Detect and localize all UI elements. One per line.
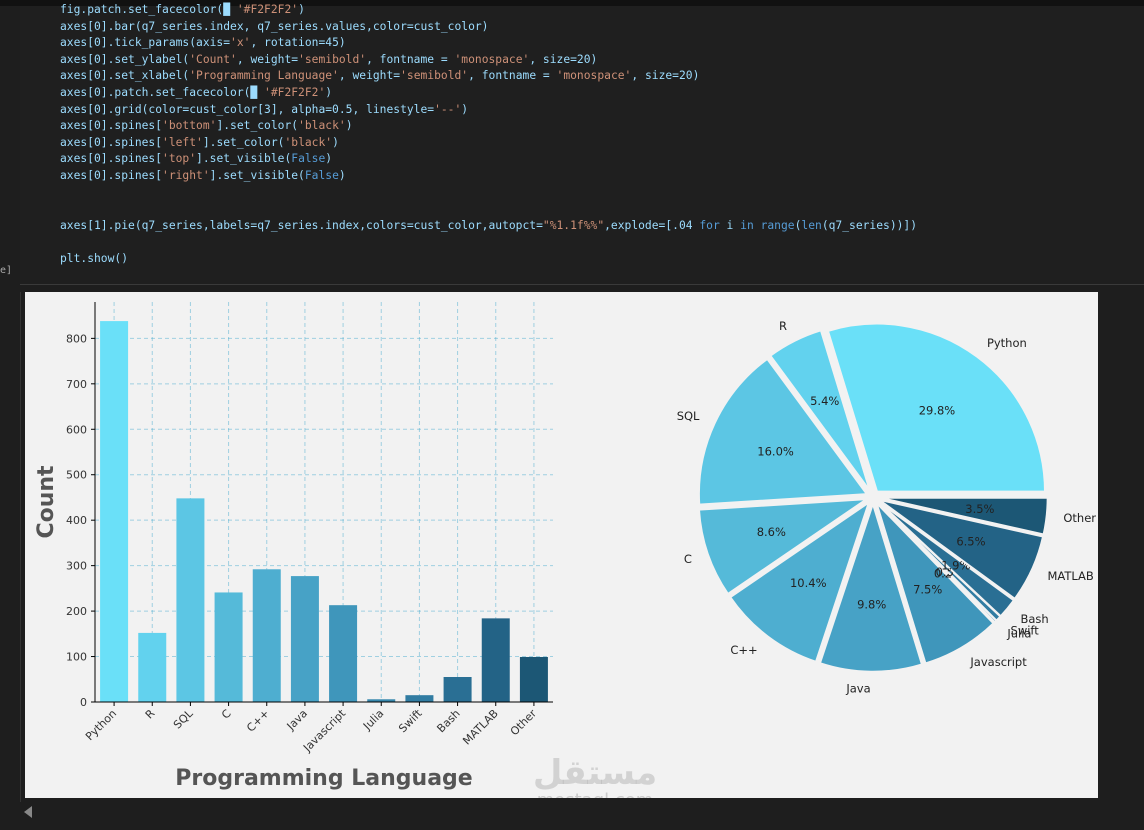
pie-label: Bash <box>1020 612 1048 626</box>
output-divider <box>20 292 21 802</box>
x-tick-label: MATLAB <box>460 707 501 748</box>
code-line: plt.show() <box>60 251 129 265</box>
pie-label: MATLAB <box>1047 569 1093 583</box>
pie-pct-label: 6.5% <box>956 534 985 548</box>
bar-bash <box>443 677 472 702</box>
x-axis-label: Programming Language <box>175 766 472 791</box>
y-tick-label: 100 <box>66 651 87 664</box>
bar-javascript <box>329 605 358 702</box>
watermark-text: mostaql.com <box>537 790 654 798</box>
scroll-left-arrow[interactable] <box>24 806 32 818</box>
bar-c++ <box>252 569 281 702</box>
y-tick-label: 0 <box>80 696 87 709</box>
pie-pct-label: 8.6% <box>757 525 786 539</box>
code-cell[interactable]: fig.patch.set_facecolor(█ '#F2F2F2') axes… <box>20 3 1144 285</box>
pie-pct-label: 3.5% <box>965 502 994 516</box>
y-tick-label: 200 <box>66 605 87 618</box>
pie-label: SQL <box>677 409 700 423</box>
code-line: fig.patch.set_facecolor(█ '#F2F2F2') <box>60 3 305 16</box>
code-editor[interactable]: fig.patch.set_facecolor(█ '#F2F2F2') axes… <box>60 2 917 268</box>
y-tick-label: 500 <box>66 469 87 482</box>
code-line: axes[0].spines['left'].set_color('black'… <box>60 135 339 149</box>
bar-matlab <box>481 618 510 702</box>
bar-java <box>290 576 319 702</box>
code-line: axes[1].pie(q7_series,labels=q7_series.i… <box>60 218 918 232</box>
code-line: axes[0].grid(color=cust_color[3], alpha=… <box>60 102 469 116</box>
y-tick-label: 700 <box>66 378 87 391</box>
x-tick-label: Java <box>284 707 310 733</box>
bar-sql <box>176 498 205 702</box>
figure-canvas: 0 100 200 300 400 500 600 700 800 Python R SQL C C++ J… <box>34 302 1096 811</box>
y-tick-label: 400 <box>66 514 87 527</box>
pie-label: C++ <box>730 643 757 657</box>
bar-swift <box>405 695 434 702</box>
pie-label: C <box>684 552 692 566</box>
x-tick-label: Julia <box>360 707 386 733</box>
watermark-logo: مستقل <box>533 753 657 793</box>
pie-label: Java <box>845 682 870 696</box>
pie-pct-label: 16.0% <box>757 445 794 459</box>
code-line: axes[0].set_ylabel('Count', weight='semi… <box>60 52 598 66</box>
bar-other <box>519 657 548 702</box>
code-line: axes[0].spines['right'].set_visible(Fals… <box>60 168 346 182</box>
x-tick-label: Swift <box>396 706 425 735</box>
pie-pct-label: 29.8% <box>919 404 956 418</box>
x-tick-label: R <box>143 707 158 722</box>
pie-label: Javascript <box>969 655 1027 669</box>
pie-label: Python <box>987 336 1027 350</box>
bar-c <box>214 592 243 702</box>
execution-count: e] <box>0 265 13 276</box>
pie-pct-label: 10.4% <box>790 576 827 590</box>
x-tick-label: SQL <box>171 706 196 731</box>
x-tick-label: C <box>219 707 234 722</box>
y-tick-label: 300 <box>66 560 87 573</box>
code-line: axes[0].spines['bottom'].set_color('blac… <box>60 119 353 133</box>
figure-output: 0 100 200 300 400 500 600 700 800 Python R SQL C C++ J… <box>25 292 1098 811</box>
y-tick-label: 600 <box>66 423 87 436</box>
x-tick-label: C++ <box>244 707 272 735</box>
x-tick-label: Python <box>83 707 119 743</box>
pie-label: R <box>779 319 787 333</box>
y-tick-label: 800 <box>66 332 87 345</box>
code-line: axes[0].patch.set_facecolor(█ '#F2F2F2') <box>60 85 333 99</box>
bar-python <box>100 321 129 702</box>
pie-pct-label: 7.5% <box>913 583 942 597</box>
x-tick-label: Other <box>508 707 540 739</box>
code-line: axes[0].tick_params(axis='x', rotation=4… <box>60 36 346 50</box>
code-line: axes[0].bar(q7_series.index, q7_series.v… <box>60 19 489 33</box>
pie-pct-label: 5.4% <box>810 394 839 408</box>
x-tick-label: Bash <box>434 707 462 735</box>
code-line: axes[0].spines['top'].set_visible(False) <box>60 152 333 166</box>
y-axis-label: Count <box>34 465 59 539</box>
pie-pct-label: 9.8% <box>857 598 886 612</box>
bar-r <box>138 632 167 702</box>
code-line: axes[0].set_xlabel('Programming Language… <box>60 69 700 83</box>
pie-label: Other <box>1063 511 1096 525</box>
